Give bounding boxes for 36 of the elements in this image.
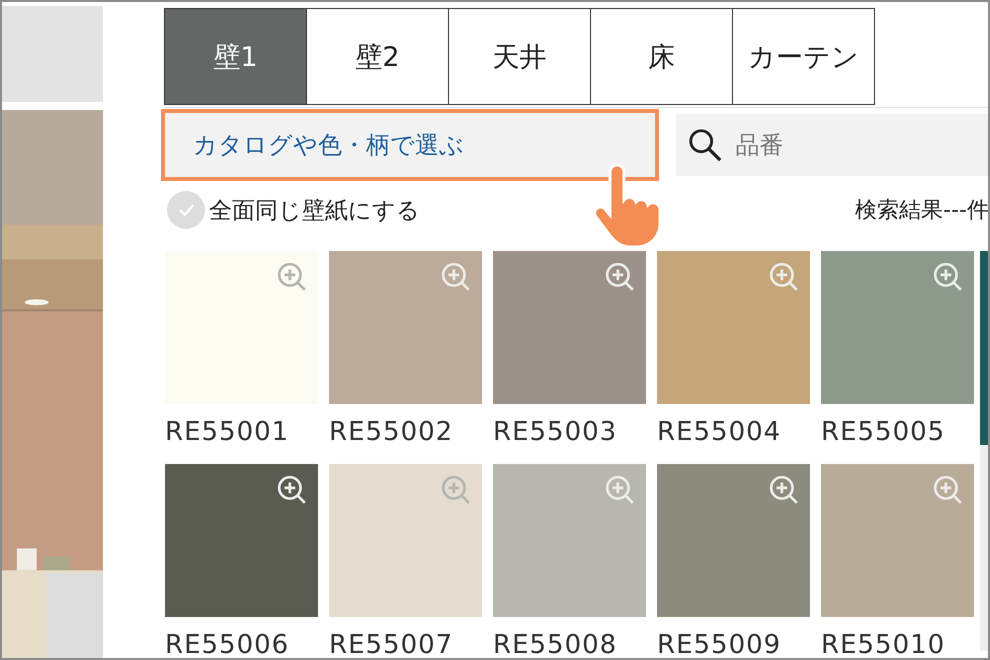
wallpaper-code: RE55007 — [329, 629, 454, 658]
search-input[interactable]: 品番 — [734, 130, 938, 160]
result-count: 検索結果---件 — [855, 197, 988, 225]
wallpaper-code: RE55001 — [165, 416, 290, 449]
wallpaper-code: RE55005 — [821, 416, 946, 449]
wallpaper-swatch[interactable] — [165, 251, 318, 404]
search-field[interactable]: 品番 — [676, 114, 988, 176]
wallpaper-code: RE55009 — [657, 629, 782, 658]
zoom-in-icon[interactable] — [932, 261, 964, 293]
zoom-in-icon[interactable] — [276, 474, 308, 506]
wallpaper-code: RE55006 — [165, 629, 290, 658]
wallpaper-swatch[interactable] — [493, 464, 646, 617]
wallpaper-code: RE55010 — [821, 629, 946, 658]
wallpaper-swatch[interactable] — [329, 251, 482, 404]
wallpaper-swatch[interactable] — [657, 251, 810, 404]
wallpaper-code: RE55008 — [493, 629, 618, 658]
tab[interactable]: 壁2 — [306, 8, 449, 105]
zoom-in-icon[interactable] — [604, 261, 636, 293]
scrollbar[interactable] — [980, 251, 988, 651]
tab[interactable]: 天井 — [448, 8, 591, 105]
zoom-in-icon[interactable] — [768, 474, 800, 506]
tab[interactable]: 床 — [590, 8, 733, 105]
wallpaper-code: RE55003 — [493, 416, 618, 449]
tab[interactable]: カーテン — [732, 8, 875, 105]
wallpaper-swatch[interactable] — [165, 464, 318, 617]
wallpaper-swatch[interactable] — [821, 464, 974, 617]
wallpaper-swatch[interactable] — [493, 251, 646, 404]
catalog-button[interactable]: カタログや色・柄で選ぶ — [161, 109, 659, 181]
checkbox-label: 全面同じ壁紙にする — [209, 196, 420, 226]
wallpaper-swatch[interactable] — [329, 464, 482, 617]
wallpaper-code: RE55002 — [329, 416, 454, 449]
wallpaper-swatch[interactable] — [821, 251, 974, 404]
checkbox[interactable] — [167, 191, 205, 229]
tab[interactable]: 壁1 — [164, 8, 307, 105]
wallpaper-code: RE55004 — [657, 416, 782, 449]
wallpaper-swatch[interactable] — [657, 464, 810, 617]
